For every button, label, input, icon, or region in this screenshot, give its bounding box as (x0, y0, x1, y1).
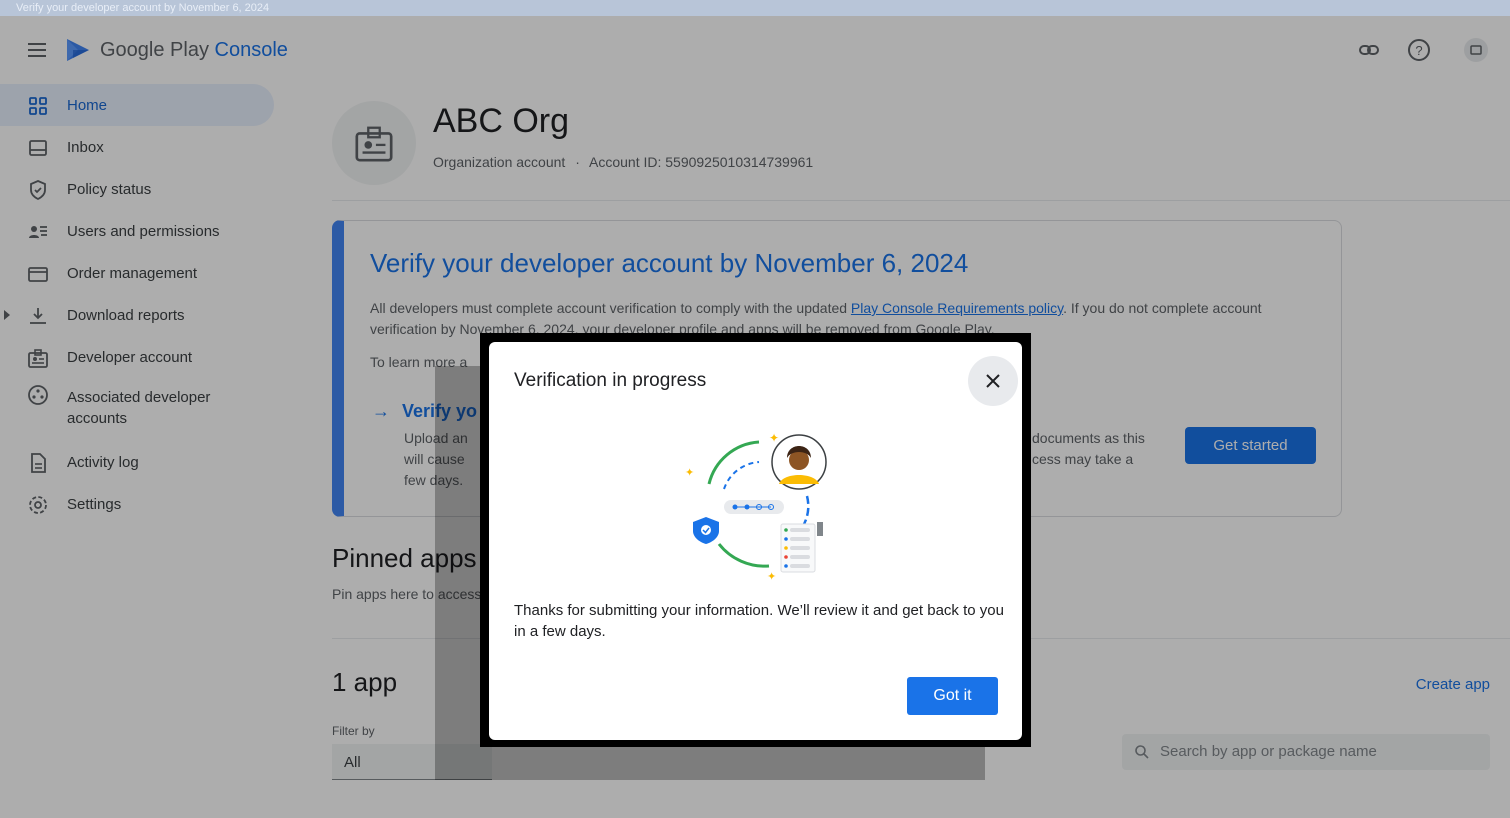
got-it-button[interactable]: Got it (907, 677, 998, 715)
verification-dialog: Verification in progress ✦ ✦ ✦ Thanks fo… (489, 342, 1022, 740)
dialog-title: Verification in progress (514, 370, 707, 391)
dialog-message: Thanks for submitting your information. … (514, 602, 1004, 640)
verification-illustration: ✦ ✦ ✦ (685, 431, 827, 583)
close-button[interactable] (968, 356, 1018, 406)
top-banner: Verify your developer account by Novembe… (0, 0, 1510, 16)
svg-text:✦: ✦ (769, 431, 779, 445)
svg-text:✦: ✦ (685, 466, 694, 479)
svg-text:✦: ✦ (767, 570, 776, 583)
close-icon (986, 374, 1000, 388)
